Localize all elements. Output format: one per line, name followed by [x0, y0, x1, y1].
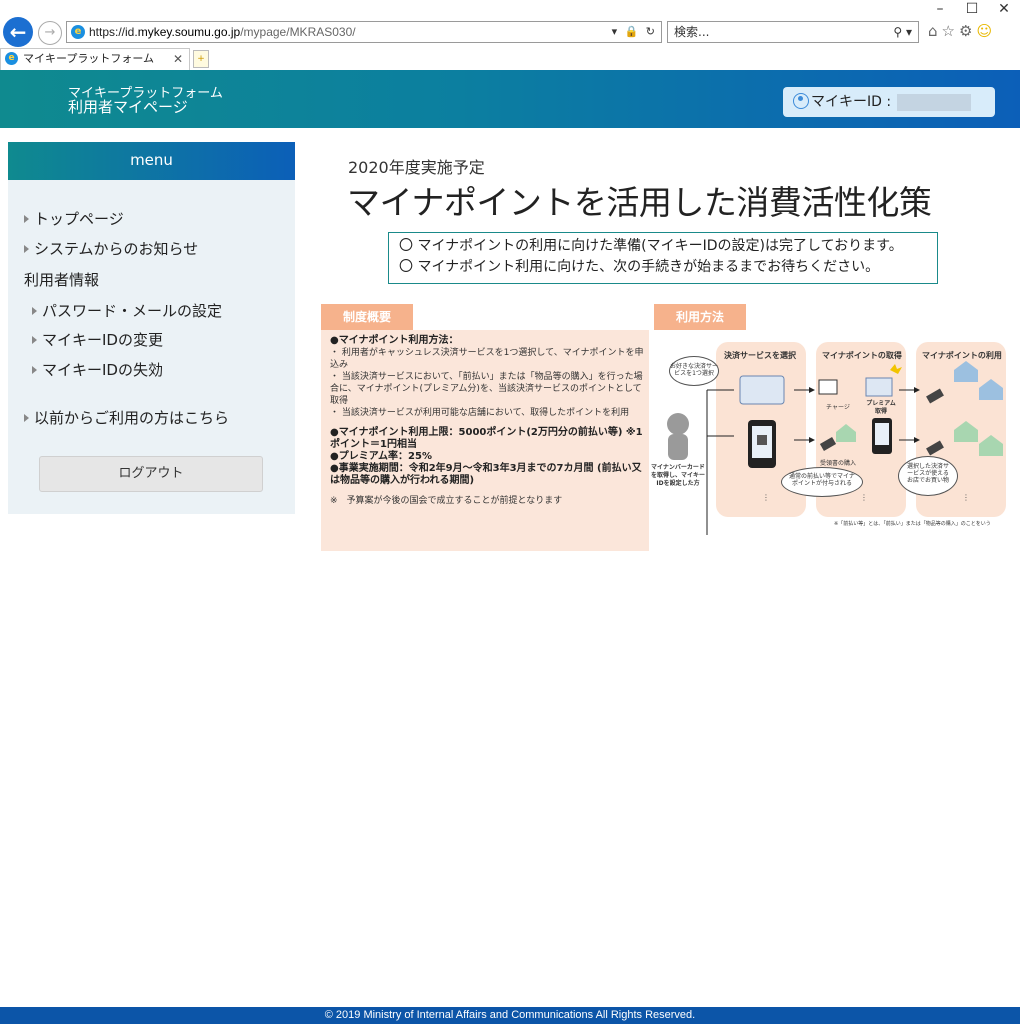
favorites-star-icon[interactable]: ☆	[942, 22, 959, 40]
footer-copyright: © 2019 Ministry of Internal Affairs and …	[0, 1007, 1020, 1024]
nav-change-mykey-id[interactable]: マイキーIDの変更	[32, 329, 163, 350]
page-title: マイナポイントを活用した消費活性化策	[347, 183, 932, 222]
how-item: ・ 当該決済サービスにおいて、「前払い」または「物品等の購入」を行った場合に、マ…	[330, 372, 643, 406]
forward-arrow-icon[interactable]: →	[38, 21, 62, 45]
sparkle-icon	[890, 364, 902, 374]
menu-title: menu	[8, 142, 295, 180]
premium-get-label: プレミアム取得	[866, 400, 896, 415]
page-subtitle: 2020年度実施予定	[348, 158, 485, 177]
nav-label: 以前からご利用の方はこちら	[34, 409, 230, 427]
triangle-right-icon	[32, 336, 37, 344]
minimize-button[interactable]: –	[924, 0, 956, 18]
overview-tag: 制度概要	[321, 304, 413, 330]
bubble-shop: 選択した決済サービスが使えるお店でお買い物	[898, 456, 958, 496]
new-tab-icon[interactable]: +	[193, 50, 209, 68]
search-box[interactable]: 検索... ⚲ ▾	[667, 21, 919, 43]
overview-text: ●マイナポイント利用方法： ・ 利用者がキャッシュレス決済サービスを1つ選択して…	[330, 335, 645, 507]
tab-title: マイキープラットフォーム	[23, 52, 155, 65]
wallet-icon	[926, 440, 944, 456]
store-icon	[954, 421, 978, 442]
nav-previous-users[interactable]: 以前からご利用の方はこちら	[24, 407, 229, 428]
triangle-right-icon	[32, 307, 37, 315]
home-icon[interactable]: ⌂	[928, 22, 942, 40]
mykey-id-label: マイキーID :	[811, 94, 892, 110]
ie-icon: e	[71, 25, 85, 39]
charge-label: チャージ	[826, 404, 850, 411]
diagram-note: ※「前払い等」とは、「前払い」または「物品等の購入」のことをいう	[834, 521, 991, 527]
feedback-smiley-icon[interactable]: ☺	[976, 22, 996, 40]
limit-text: ●マイナポイント利用上限：5000ポイント(2万円分の前払い等) ※1ポイント＝…	[330, 427, 643, 450]
mykey-id-masked-value	[897, 94, 971, 111]
notice-line: 〇 マイナポイントの利用に向けた準備(マイキーIDの設定)は完了しております。	[399, 238, 903, 254]
how-item: ・ 当該決済サービスが利用可能な店舗において、取得したポイントを利用	[330, 408, 630, 418]
nav-label: トップページ	[34, 210, 124, 228]
shop-icon	[836, 424, 856, 442]
address-bar[interactable]: e https://id.mykey.soumu.go.jp/mypage/MK…	[66, 21, 662, 43]
triangle-right-icon	[24, 414, 29, 422]
brand-line2: 利用者マイページ	[68, 98, 188, 116]
nav-label: マイキーIDの変更	[42, 331, 163, 349]
triangle-right-icon	[24, 245, 29, 253]
nav-system-notices[interactable]: システムからのお知らせ	[24, 238, 198, 259]
person-body-icon	[668, 434, 688, 460]
nav-label: パスワード・メールの設定	[42, 302, 223, 320]
nav-top-page[interactable]: トップページ	[24, 208, 124, 229]
tab-close-icon[interactable]: ✕	[173, 49, 183, 69]
nav-label: システムからのお知らせ	[34, 240, 199, 258]
notice-line: 〇 マイナポイント利用に向けた、次の手続きが始まるまでお待ちください。	[399, 259, 880, 275]
svg-text:⋮: ⋮	[962, 493, 970, 502]
how-item: ・ 利用者がキャッシュレス決済サービスを1つ選択して、マイナポイントを申込み	[330, 348, 644, 370]
budget-note: ※ 予算案が今後の国会で成立することが前提となります	[330, 496, 563, 506]
toolbar-icons: ⌂☆⚙☺	[928, 22, 996, 40]
period-text: ●事業実施期間：令和2年9月～令和3年3月までの7カ月間 (前払い又は物品等の購…	[330, 463, 642, 486]
svg-text:⋮: ⋮	[762, 493, 770, 502]
settings-gear-icon[interactable]: ⚙	[959, 22, 976, 40]
back-arrow-icon[interactable]: ←	[3, 17, 33, 47]
wallet-icon	[926, 388, 944, 404]
maximize-button[interactable]: ☐	[956, 0, 988, 18]
search-placeholder: 検索...	[674, 25, 710, 39]
nav-password-mail[interactable]: パスワード・メールの設定	[32, 300, 222, 321]
sidebar: menu トップページ システムからのお知らせ 利用者情報 パスワード・メールの…	[8, 142, 295, 514]
nav-section-user-info: 利用者情報	[24, 271, 100, 289]
store-icon	[954, 361, 978, 382]
how-heading: ●マイナポイント利用方法：	[330, 335, 459, 346]
terminal-icon	[818, 379, 838, 395]
nav-label: マイキーIDの失効	[42, 361, 163, 379]
card-icon	[739, 375, 785, 405]
user-caption: マイナンバーカードを取得し、マイキーIDを設定した方	[650, 464, 705, 487]
url-domain: mykey.soumu.go.jp	[137, 25, 241, 39]
svg-text:⋮: ⋮	[860, 493, 868, 502]
close-window-button[interactable]: ✕	[988, 0, 1020, 18]
usage-tag: 利用方法	[654, 304, 746, 330]
window-controls: – ☐ ✕	[924, 0, 1020, 18]
wallet-icon	[819, 437, 837, 451]
user-icon	[793, 93, 809, 109]
tab-ie-icon: e	[5, 52, 18, 65]
search-icon[interactable]: ⚲ ▾	[893, 22, 912, 42]
triangle-right-icon	[32, 366, 37, 374]
nav-revoke-mykey-id[interactable]: マイキーIDの失効	[32, 359, 163, 380]
url-path: /mypage/MKRAS030/	[240, 25, 356, 39]
triangle-right-icon	[24, 215, 29, 223]
address-tools[interactable]: ▾ 🔒 ↻	[612, 22, 657, 42]
mykey-id-box: マイキーID :	[783, 87, 995, 117]
url-prefix: https://id.	[89, 25, 138, 39]
person-head-icon	[667, 413, 689, 435]
url-text: https://id.mykey.soumu.go.jp/mypage/MKRA…	[89, 22, 356, 42]
premium-text: ●プレミアム率：25%	[330, 451, 432, 462]
logout-button[interactable]: ログアウト	[39, 456, 263, 492]
bubble-select-service: お好きな決済サービスを1つ選択	[669, 356, 719, 386]
card-small-icon	[865, 377, 893, 397]
store-icon	[979, 435, 1003, 456]
browser-tab[interactable]: e マイキープラットフォーム ✕	[0, 48, 190, 70]
status-notice: 〇 マイナポイントの利用に向けた準備(マイキーIDの設定)は完了しております。 …	[388, 232, 938, 284]
bubble-points-granted: 通常の前払い等でマイナポイントが付与される	[781, 467, 863, 497]
browser-chrome: – ☐ ✕ ← → e https://id.mykey.soumu.go.jp…	[0, 0, 1020, 70]
store-icon	[979, 379, 1003, 400]
